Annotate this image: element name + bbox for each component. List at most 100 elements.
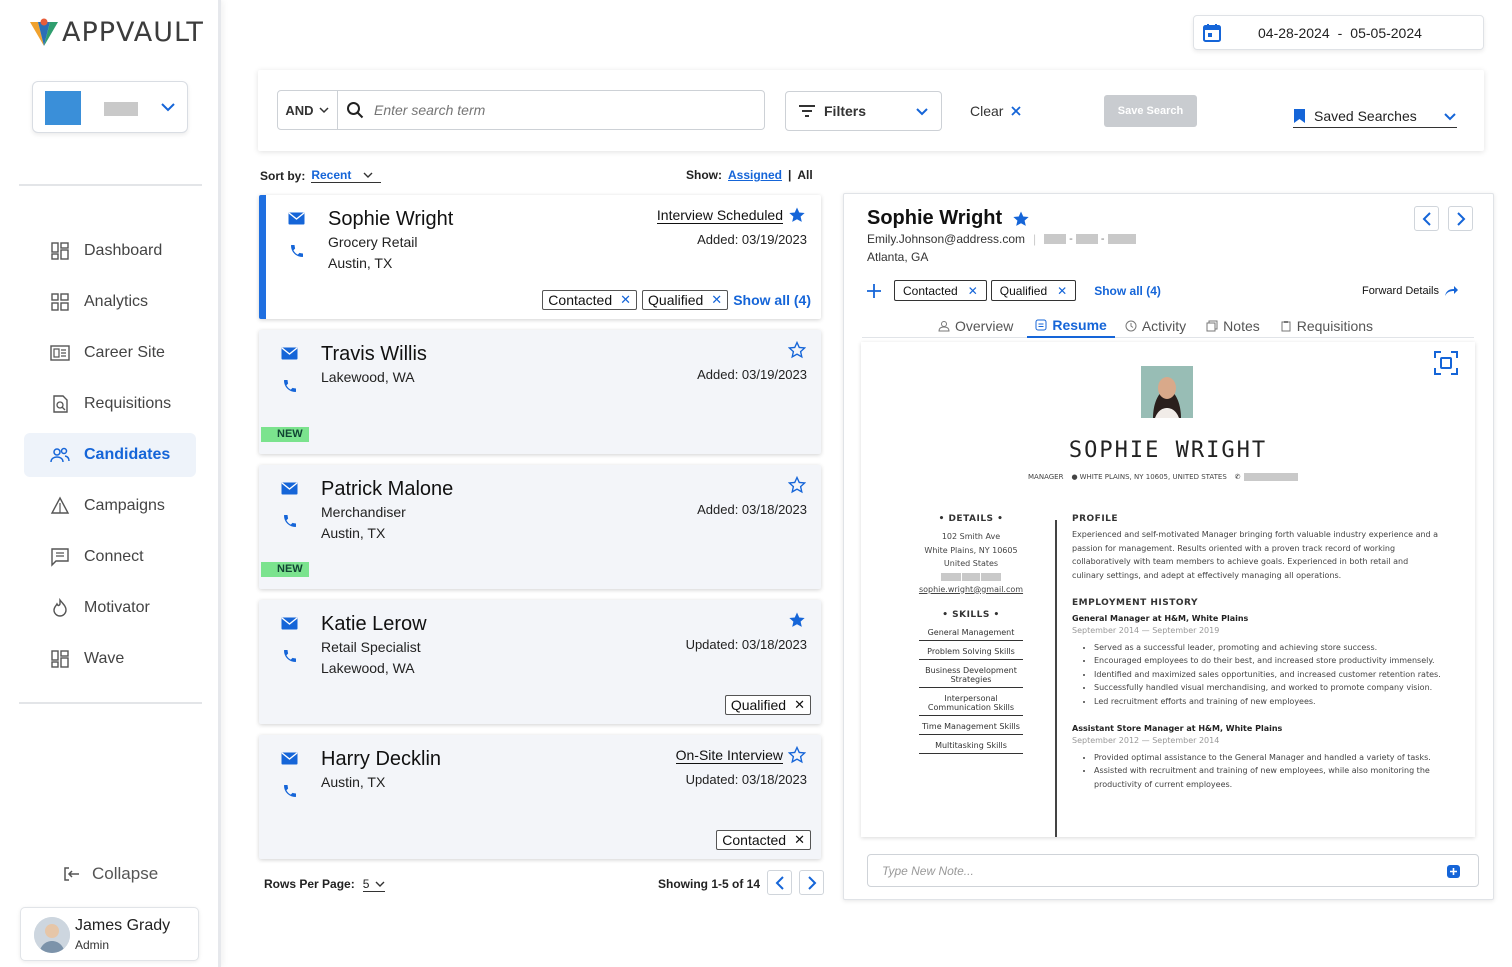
resume-address: WHITE PLAINS, NY 10605, UNITED STATES [1079,473,1227,481]
candidate-card[interactable]: Harry Decklin Austin, TX Updated: 03/18/20… [259,735,821,859]
prev-page-button[interactable] [767,870,792,895]
location-pin-icon: ● [1071,473,1078,481]
saved-searches-dropdown[interactable]: Saved Searches [1293,104,1457,128]
sort-select[interactable]: Recent [311,168,382,183]
star-filled-icon[interactable] [788,206,806,224]
phone-icon[interactable] [282,378,298,394]
candidate-tag[interactable]: Contacted ✕ [716,830,811,850]
saved-searches-label: Saved Searches [1314,107,1417,124]
candidate-card[interactable]: Sophie Wright Grocery Retail Austin, TX Add… [259,195,821,319]
remove-tag-icon[interactable]: ✕ [1057,284,1067,298]
sidebar-item-motivator[interactable]: Motivator [24,586,196,630]
new-note-input[interactable]: Type New Note... [867,854,1479,887]
operator-select[interactable]: AND [278,91,338,129]
filters-dropdown[interactable]: Filters [785,91,942,131]
remove-tag-icon[interactable]: ✕ [968,284,978,298]
candidate-tag-label: Qualified [648,292,704,308]
detail-phone-redacted: -- [1044,233,1136,245]
phone-icon: ✆ [1234,473,1241,481]
tab-activity[interactable]: Activity [1117,314,1194,338]
email-icon[interactable] [281,752,298,765]
show-all-link[interactable]: All [797,168,812,182]
add-tag-icon[interactable] [866,283,882,299]
search-input[interactable] [374,102,754,118]
sidebar-item-candidates[interactable]: Candidates [24,433,196,477]
phone-icon[interactable] [282,513,298,529]
next-candidate-button[interactable] [1448,206,1473,231]
detail-location: Atlanta, GA [867,250,929,264]
rows-per-page-select[interactable]: 5 [362,877,386,892]
candidate-card[interactable]: Travis Willis Lakewood, WA Added: 03/19/20… [259,330,821,454]
forward-details-button[interactable]: Forward Details [1362,285,1458,297]
org-selector[interactable] [32,81,188,133]
candidate-tag[interactable]: Qualified ✕ [642,290,729,310]
star-filled-icon[interactable] [1012,210,1030,228]
sidebar-item-career-site[interactable]: Career Site [24,331,196,375]
requisitions-icon [53,395,68,413]
detail-tag[interactable]: Qualified ✕ [990,280,1077,301]
detail-show-all-link[interactable]: Show all (4) [1094,284,1161,298]
tab-resume[interactable]: Resume [1027,314,1115,338]
prev-candidate-button[interactable] [1414,206,1439,231]
tab-overview[interactable]: Overview [930,314,1021,338]
search-bar: AND Filters Clear Save Search Saved Sear… [258,70,1484,151]
candidates-icon [50,447,70,463]
sidebar-item-label: Analytics [84,293,149,310]
resume-details-heading: DETAILS [948,514,994,524]
tab-requisitions[interactable]: Requisitions [1272,314,1381,338]
resume-job-title: Assistant Store Manager at H&M, White Pl… [1072,724,1283,733]
star-outline-icon[interactable] [788,476,806,494]
date-range-picker[interactable]: 04-28-2024 - 05-05-2024 [1193,15,1484,50]
operator-value: AND [285,102,314,118]
collapse-button[interactable]: Collapse [62,864,158,884]
sidebar-item-campaigns[interactable]: Campaigns [24,484,196,528]
user-profile[interactable]: James Grady Admin [20,907,199,961]
candidate-date: Added: 03/19/2023 [697,367,807,382]
expand-icon[interactable] [1433,350,1459,376]
chevron-down-icon [319,107,329,114]
sidebar-item-wave[interactable]: Wave [24,637,196,681]
email-icon[interactable] [281,347,298,360]
user-name: James Grady [75,917,171,934]
clear-button[interactable]: Clear [970,103,1022,119]
email-icon[interactable] [281,482,298,495]
next-page-button[interactable] [799,870,824,895]
sidebar-item-requisitions[interactable]: Requisitions [24,382,196,426]
sidebar-item-analytics[interactable]: Analytics [24,280,196,324]
candidate-tag[interactable]: Contacted ✕ [542,290,638,310]
collapse-icon [64,867,79,881]
add-note-icon[interactable] [1446,864,1461,879]
sidebar-item-dashboard[interactable]: Dashboard [24,229,196,273]
tab-activity-label: Activity [1141,318,1187,334]
tab-resume-label: Resume [1052,317,1107,333]
candidate-status[interactable]: On-Site Interview [675,747,783,764]
email-icon[interactable] [288,212,305,225]
candidate-status[interactable]: Interview Scheduled [656,207,783,224]
star-outline-icon[interactable] [788,746,806,764]
person-icon [938,321,950,332]
email-icon[interactable] [281,617,298,630]
star-filled-icon[interactable] [788,611,806,629]
remove-tag-icon[interactable]: ✕ [620,292,631,308]
candidate-card[interactable]: Patrick Malone Merchandiser Austin, TX Adde… [259,465,821,589]
forward-details-label: Forward Details [1361,285,1439,297]
sidebar-item-connect[interactable]: Connect [24,535,196,579]
detail-email[interactable]: Emily.Johnson@address.com [867,232,1025,246]
remove-tag-icon[interactable]: ✕ [794,832,805,848]
candidate-detail: Retail Specialist [321,639,421,655]
phone-icon[interactable] [282,783,298,799]
remove-tag-icon[interactable]: ✕ [794,697,805,713]
candidate-tag[interactable]: Qualified ✕ [724,695,811,715]
show-all-tags-link[interactable]: Show all (4) [733,292,811,308]
star-outline-icon[interactable] [788,341,806,359]
app-logo[interactable]: APPVAULT [28,16,204,48]
tab-notes[interactable]: Notes [1198,314,1268,338]
remove-tag-icon[interactable]: ✕ [711,292,722,308]
save-search-button[interactable]: Save Search [1104,95,1197,127]
phone-icon[interactable] [282,648,298,664]
sidebar-item-label: Dashboard [84,242,163,259]
show-assigned-link[interactable]: Assigned [728,168,782,182]
phone-icon[interactable] [289,243,305,259]
candidate-card[interactable]: Katie Lerow Retail Specialist Lakewood, WA… [259,600,821,724]
detail-tag[interactable]: Contacted ✕ [894,280,987,301]
